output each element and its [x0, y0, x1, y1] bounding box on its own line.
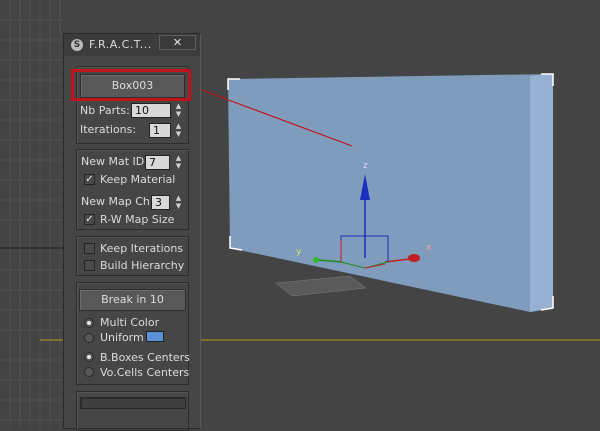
iterations-input[interactable]: 1	[149, 123, 171, 138]
bboxes-centers-label: B.Boxes Centers	[100, 351, 190, 364]
build-hierarchy-checkbox[interactable]	[84, 260, 95, 271]
uniform-color-swatch[interactable]	[146, 331, 164, 342]
y-axis-handle-icon[interactable]	[313, 257, 319, 263]
keep-material-label: Keep Material	[100, 173, 176, 186]
bboxes-centers-radio[interactable]	[84, 352, 94, 362]
box-side-face	[530, 74, 553, 312]
z-axis-label: z	[363, 161, 368, 171]
nb-parts-spinner-icon[interactable]: ▲ ▼	[174, 102, 183, 118]
uniform-label: Uniform	[100, 331, 144, 344]
x-axis-label: x	[426, 243, 432, 253]
keep-iterations-checkbox[interactable]	[84, 243, 95, 254]
break-button[interactable]: Break in 10	[79, 289, 186, 311]
box-front-face[interactable]	[228, 74, 553, 312]
vocells-centers-radio[interactable]	[84, 367, 94, 377]
progress-bar	[80, 397, 186, 409]
new-map-ch-label: New Map Ch:	[81, 195, 154, 208]
iterations-spinner-icon[interactable]: ▲ ▼	[174, 122, 183, 138]
viewport-grid	[0, 0, 63, 429]
app-logo-icon: S	[71, 39, 83, 51]
rw-map-size-label: R-W Map Size	[100, 213, 175, 226]
ground-grid-icon	[275, 275, 367, 297]
new-map-ch-spinner-icon[interactable]: ▲ ▼	[174, 194, 183, 210]
multi-color-radio[interactable]	[84, 318, 94, 328]
build-hierarchy-label: Build Hierarchy	[100, 259, 185, 272]
multi-color-label: Multi Color	[100, 316, 160, 329]
y-axis-label: y	[296, 247, 302, 257]
x-axis-handle-icon[interactable]	[408, 254, 420, 262]
uniform-radio[interactable]	[84, 333, 94, 343]
nb-parts-input[interactable]: 10	[131, 103, 171, 118]
iterations-label: Iterations:	[80, 123, 137, 136]
fracture-panel: S F.R.A.C.T... ✕ Box003 Nb Parts: 10 ▲ ▼ …	[63, 33, 201, 431]
keep-iterations-label: Keep Iterations	[100, 242, 184, 255]
close-button[interactable]: ✕	[159, 35, 196, 50]
panel-title: F.R.A.C.T...	[89, 38, 152, 51]
vocells-centers-label: Vo.Cells Centers	[100, 366, 190, 379]
nb-parts-label: Nb Parts:	[80, 104, 130, 117]
highlight-frame	[71, 69, 191, 101]
new-map-ch-input[interactable]: 3	[151, 195, 170, 210]
rw-map-size-checkbox[interactable]: ✓	[84, 214, 95, 225]
new-mat-id-label: New Mat ID:	[81, 155, 148, 168]
panel-titlebar[interactable]: S F.R.A.C.T... ✕	[64, 34, 200, 56]
keep-material-checkbox[interactable]: ✓	[84, 174, 95, 185]
new-mat-id-spinner-icon[interactable]: ▲ ▼	[174, 154, 183, 170]
new-mat-id-input[interactable]: 7	[145, 155, 170, 170]
